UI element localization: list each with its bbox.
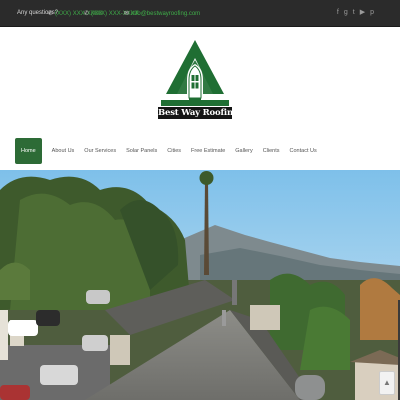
nav-our-services[interactable]: Our Services (79, 138, 121, 164)
email-link[interactable]: ✉ info@bestwayroofing.com (124, 10, 200, 17)
house-logo-icon (161, 40, 229, 106)
scroll-to-top-button[interactable]: ▲ (379, 371, 395, 395)
pinterest-icon[interactable]: p (370, 9, 374, 17)
hero-banner: ▲ (0, 170, 400, 400)
top-bar: Any questions? ✆ (XXX) XXX-XXXX ✆ (XXX) XX… (0, 0, 400, 27)
phone-icon: ✆ (84, 11, 90, 17)
google-plus-icon[interactable]: g (344, 9, 348, 17)
main-navigation: Home About Us Our Services Solar Panels … (15, 138, 322, 164)
social-links: f g t ▶ p (337, 9, 374, 17)
nav-solar-panels[interactable]: Solar Panels (121, 138, 162, 164)
email-icon: ✉ (124, 11, 130, 17)
nav-free-estimate[interactable]: Free Estimate (186, 138, 230, 164)
nav-gallery[interactable]: Gallery (230, 138, 257, 164)
hero-photo (0, 170, 400, 400)
nav-contact-us[interactable]: Contact Us (285, 138, 322, 164)
phone-icon: ✆ (48, 11, 54, 17)
nav-home[interactable]: Home (15, 138, 42, 164)
site-logo[interactable]: Best Way Roofing (158, 38, 239, 122)
logo-text: Best Way Roofing (158, 107, 239, 119)
nav-clients[interactable]: Clients (258, 138, 285, 164)
facebook-icon[interactable]: f (337, 9, 339, 17)
youtube-icon[interactable]: ▶ (360, 9, 365, 17)
email-text: info@bestwayroofing.com (131, 11, 201, 17)
twitter-icon[interactable]: t (353, 9, 355, 17)
nav-about-us[interactable]: About Us (47, 138, 80, 164)
nav-cities[interactable]: Cities (162, 138, 186, 164)
